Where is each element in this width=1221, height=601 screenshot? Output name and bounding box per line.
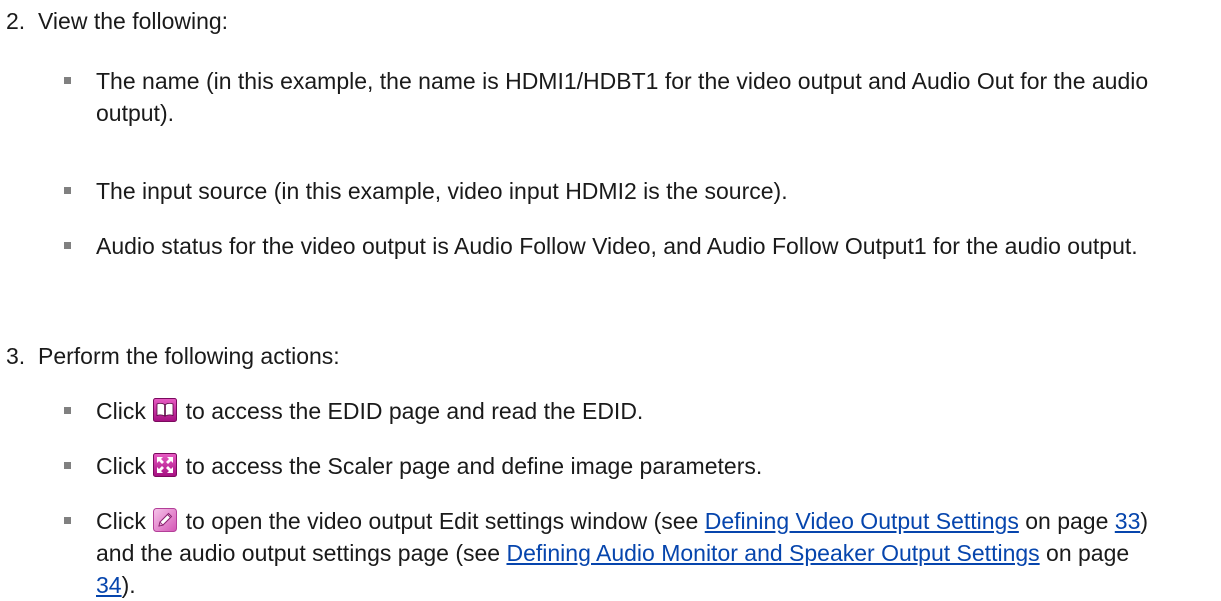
- link-video-output-settings[interactable]: Defining Video Output Settings: [705, 508, 1019, 534]
- book-icon[interactable]: [153, 398, 178, 422]
- list-item-text: The input source (in this example, video…: [96, 178, 788, 204]
- step-number: 3.: [6, 343, 26, 369]
- bullet-marker: [64, 187, 71, 194]
- link-page-34[interactable]: 34: [96, 572, 122, 598]
- document-page: 2. View the following: The name (in this …: [0, 0, 1221, 598]
- bullet-marker: [64, 77, 71, 84]
- link-audio-output-settings[interactable]: Defining Audio Monitor and Speaker Outpu…: [506, 540, 1039, 566]
- bullet-marker: [64, 407, 71, 414]
- bullet-marker: [64, 462, 71, 469]
- step-heading-text: View the following:: [38, 8, 229, 34]
- list-item-text: Audio status for the video output is Aud…: [96, 233, 1138, 259]
- link-page-33[interactable]: 33: [1115, 508, 1141, 534]
- list-item-text: The name (in this example, the name is H…: [96, 68, 1149, 126]
- bullet-marker: [64, 517, 71, 524]
- step-heading-text: Perform the following actions:: [38, 343, 340, 369]
- list-item-text: Click to open the video output Edit sett…: [96, 508, 1149, 598]
- list-item: The name (in this example, the name is H…: [64, 65, 1164, 129]
- list-item: Click to access the EDID page and read t…: [64, 395, 1164, 427]
- scaler-icon[interactable]: [153, 453, 178, 477]
- bullet-marker: [64, 242, 71, 249]
- edit-pencil-icon[interactable]: [153, 508, 178, 532]
- list-item-text: Click to access the EDID page and read t…: [96, 398, 644, 424]
- step-2-heading: 2. View the following:: [6, 5, 1186, 37]
- list-item: Click to access the Scaler page and defi…: [64, 450, 1164, 482]
- step-3-heading: 3. Perform the following actions:: [6, 340, 1186, 372]
- list-item: Audio status for the video output is Aud…: [64, 230, 1164, 262]
- step-number: 2.: [6, 8, 26, 34]
- list-item-text: Click to access the Scaler page and defi…: [96, 453, 763, 479]
- list-item: Click to open the video output Edit sett…: [64, 505, 1164, 601]
- list-item: The input source (in this example, video…: [64, 175, 1164, 207]
